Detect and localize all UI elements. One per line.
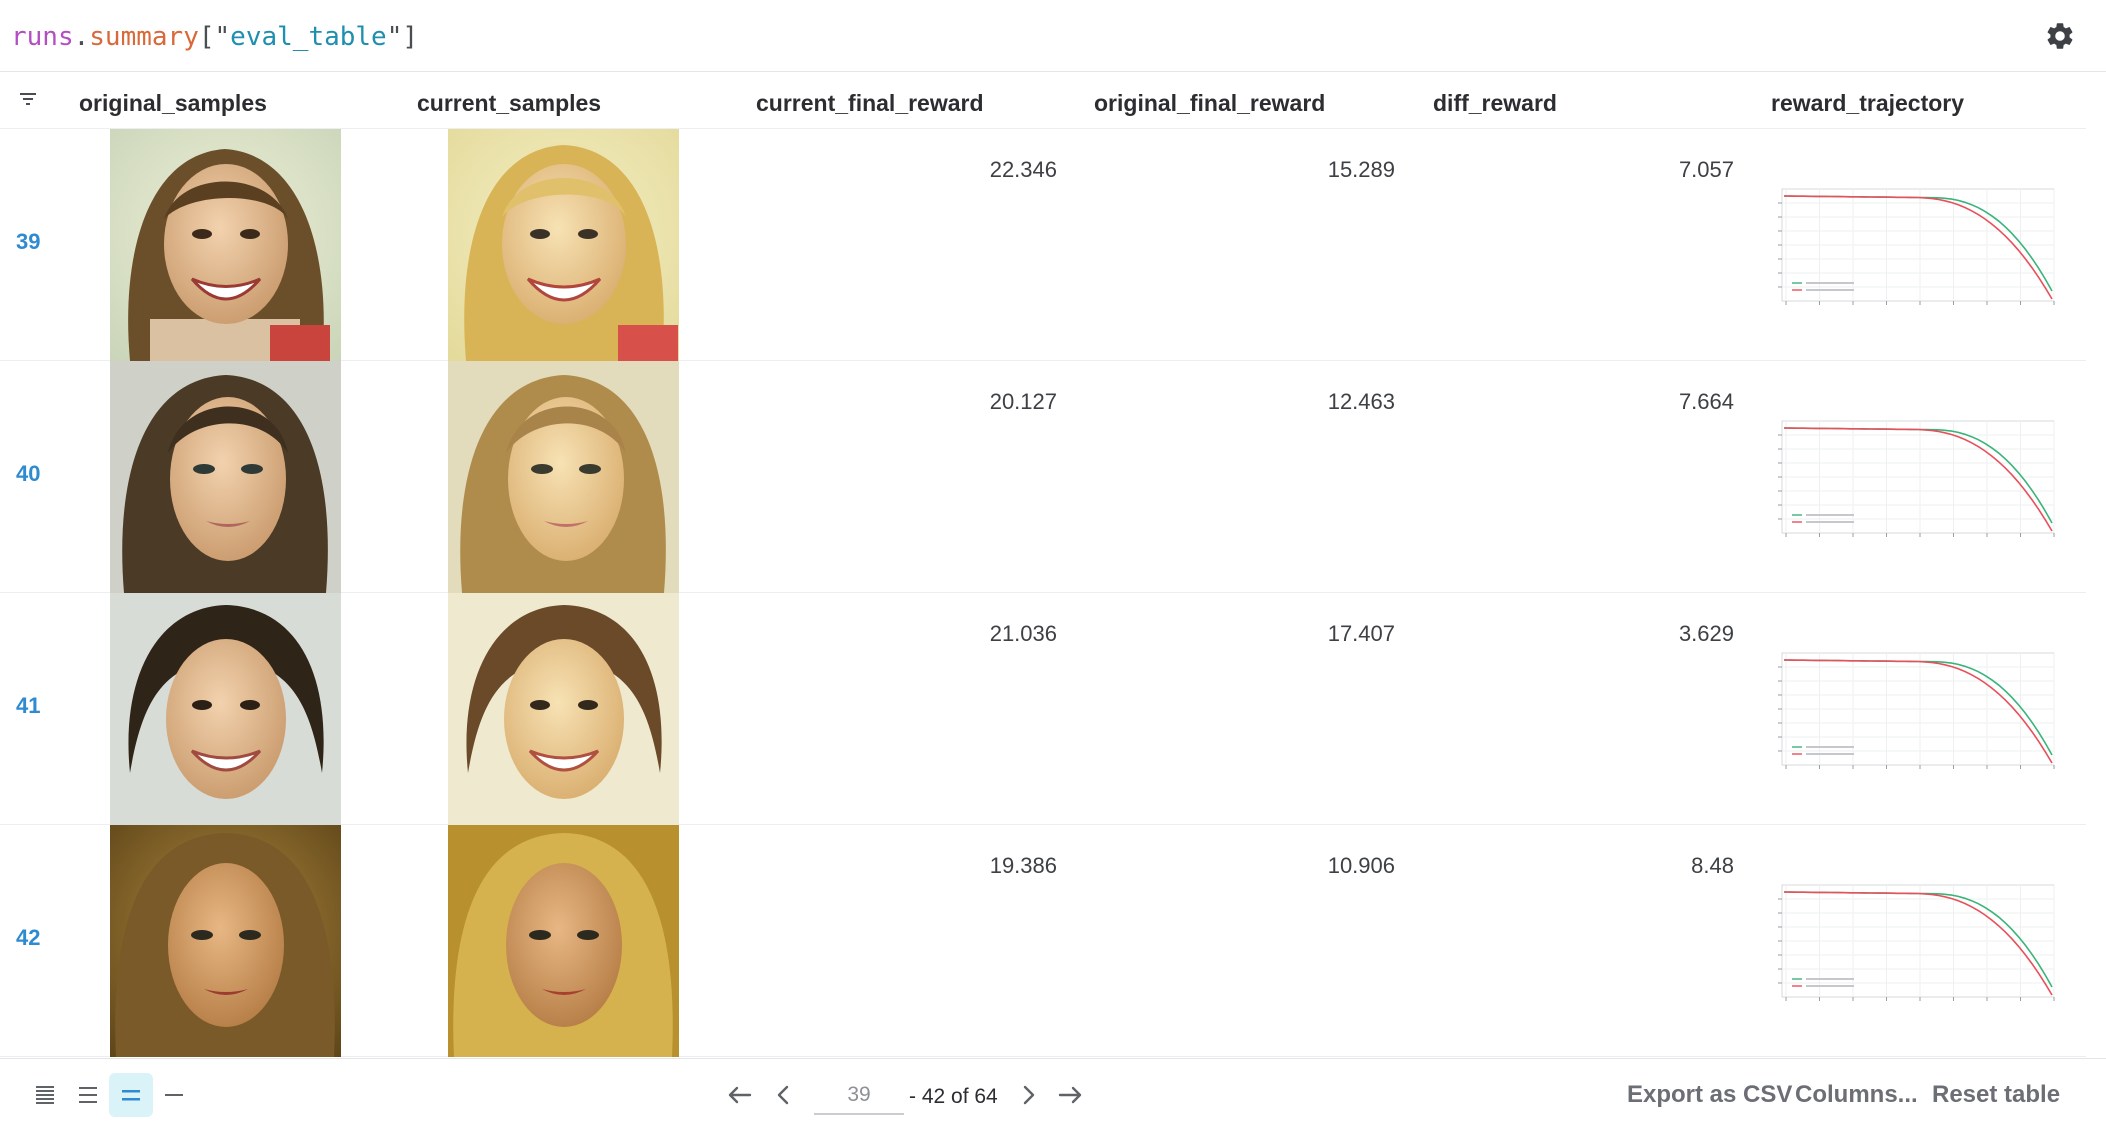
- legend-label-initial: [1806, 985, 1854, 987]
- legend-label-initial: [1806, 521, 1854, 523]
- query-expression[interactable]: runs.summary["eval_table"]: [11, 20, 418, 54]
- legend-label-current: [1806, 746, 1854, 748]
- diff-reward-cell: 7.664: [1678, 389, 1734, 414]
- reward-trajectory-plot: [1778, 652, 2055, 769]
- page-range-label: - 42 of 64: [909, 1085, 998, 1108]
- query-bar: runs.summary["eval_table"]: [0, 0, 2106, 72]
- previous-page-button[interactable]: [766, 1077, 802, 1113]
- next-page-button[interactable]: [1010, 1077, 1046, 1113]
- column-header-current-samples[interactable]: current_samples: [417, 90, 601, 117]
- row-index[interactable]: 41: [16, 693, 40, 719]
- reset-table-button[interactable]: Reset table: [1932, 1081, 2060, 1109]
- arrow-right-icon: [1058, 1086, 1082, 1104]
- diff-reward-cell: 3.629: [1678, 621, 1734, 646]
- arrow-left-icon: [728, 1086, 752, 1104]
- original-final-reward-cell: 12.463: [1327, 389, 1395, 414]
- last-page-button[interactable]: [1052, 1077, 1088, 1113]
- current-final-reward-cell: 20.127: [989, 389, 1057, 414]
- rows-medium-icon: [79, 1087, 97, 1103]
- rows-tall-icon: [122, 1090, 140, 1101]
- sort-filter-icon[interactable]: [18, 91, 38, 107]
- original-final-reward-cell: 15.289: [1327, 157, 1395, 182]
- density-single-button[interactable]: [152, 1073, 196, 1117]
- original-sample-image: [110, 593, 341, 825]
- table-row: 41 21.036 17.407 3.629: [0, 593, 2086, 825]
- query-dot: .: [73, 22, 90, 52]
- query-close-bracket: "]: [386, 22, 419, 52]
- reward-trajectory-plot: [1778, 420, 2055, 537]
- legend-label-current: [1806, 978, 1854, 980]
- current-final-reward-cell: 19.386: [989, 853, 1057, 878]
- gear-icon[interactable]: [2044, 20, 2076, 52]
- current-sample-image: [448, 361, 679, 593]
- column-header-original-final-reward[interactable]: original_final_reward: [1094, 90, 1325, 117]
- query-key: eval_table: [230, 22, 387, 52]
- table-row: 40 20.127 12.463 7.664: [0, 361, 2086, 593]
- column-header-current-final-reward[interactable]: current_final_reward: [756, 90, 984, 117]
- query-object: runs: [11, 22, 74, 52]
- current-final-reward-cell: 21.036: [989, 621, 1057, 646]
- table-row: 42 19.386 10.906 8.48: [0, 825, 2086, 1057]
- density-extra-compact-button[interactable]: [23, 1073, 67, 1117]
- row-index[interactable]: 42: [16, 925, 40, 951]
- original-final-reward-cell: 17.407: [1327, 621, 1395, 646]
- row-index[interactable]: 39: [16, 229, 40, 255]
- column-header-diff-reward[interactable]: diff_reward: [1433, 90, 1557, 117]
- diff-reward-cell: 8.48: [1691, 853, 1734, 878]
- density-compact-button[interactable]: [66, 1073, 110, 1117]
- first-page-button[interactable]: [722, 1077, 758, 1113]
- rows-single-icon: [165, 1094, 183, 1096]
- table-footer: - 42 of 64 Export as CSV Columns... Rese…: [0, 1058, 2106, 1132]
- table-row: 39 22.346 15.289 7.057: [0, 129, 2086, 361]
- legend-label-current: [1806, 282, 1854, 284]
- reward-trajectory-plot: [1778, 884, 2055, 1001]
- original-sample-image: [110, 361, 341, 593]
- column-header-original-samples[interactable]: original_samples: [79, 90, 267, 117]
- export-csv-button[interactable]: Export as CSV: [1627, 1081, 1792, 1109]
- chevron-right-icon: [1023, 1085, 1035, 1105]
- original-sample-image: [110, 129, 341, 361]
- columns-button[interactable]: Columns...: [1795, 1081, 1918, 1109]
- diff-reward-cell: 7.057: [1678, 157, 1734, 182]
- page-number-input[interactable]: [814, 1077, 904, 1115]
- legend-label-initial: [1806, 753, 1854, 755]
- density-normal-button[interactable]: [109, 1073, 153, 1117]
- reward-trajectory-plot: [1778, 188, 2055, 305]
- column-header-reward-trajectory[interactable]: reward_trajectory: [1771, 90, 1964, 117]
- legend-label-current: [1806, 514, 1854, 516]
- table-header: original_samples current_samples current…: [0, 73, 2086, 129]
- query-open-bracket: [": [198, 22, 231, 52]
- original-sample-image: [110, 825, 341, 1057]
- current-sample-image: [448, 825, 679, 1057]
- original-final-reward-cell: 10.906: [1327, 853, 1395, 878]
- rows-dense-icon: [36, 1086, 54, 1104]
- current-sample-image: [448, 129, 679, 361]
- legend-label-initial: [1806, 289, 1854, 291]
- current-sample-image: [448, 593, 679, 825]
- row-index[interactable]: 40: [16, 461, 40, 487]
- query-attribute: summary: [89, 22, 199, 52]
- chevron-left-icon: [777, 1085, 789, 1105]
- current-final-reward-cell: 22.346: [989, 157, 1057, 182]
